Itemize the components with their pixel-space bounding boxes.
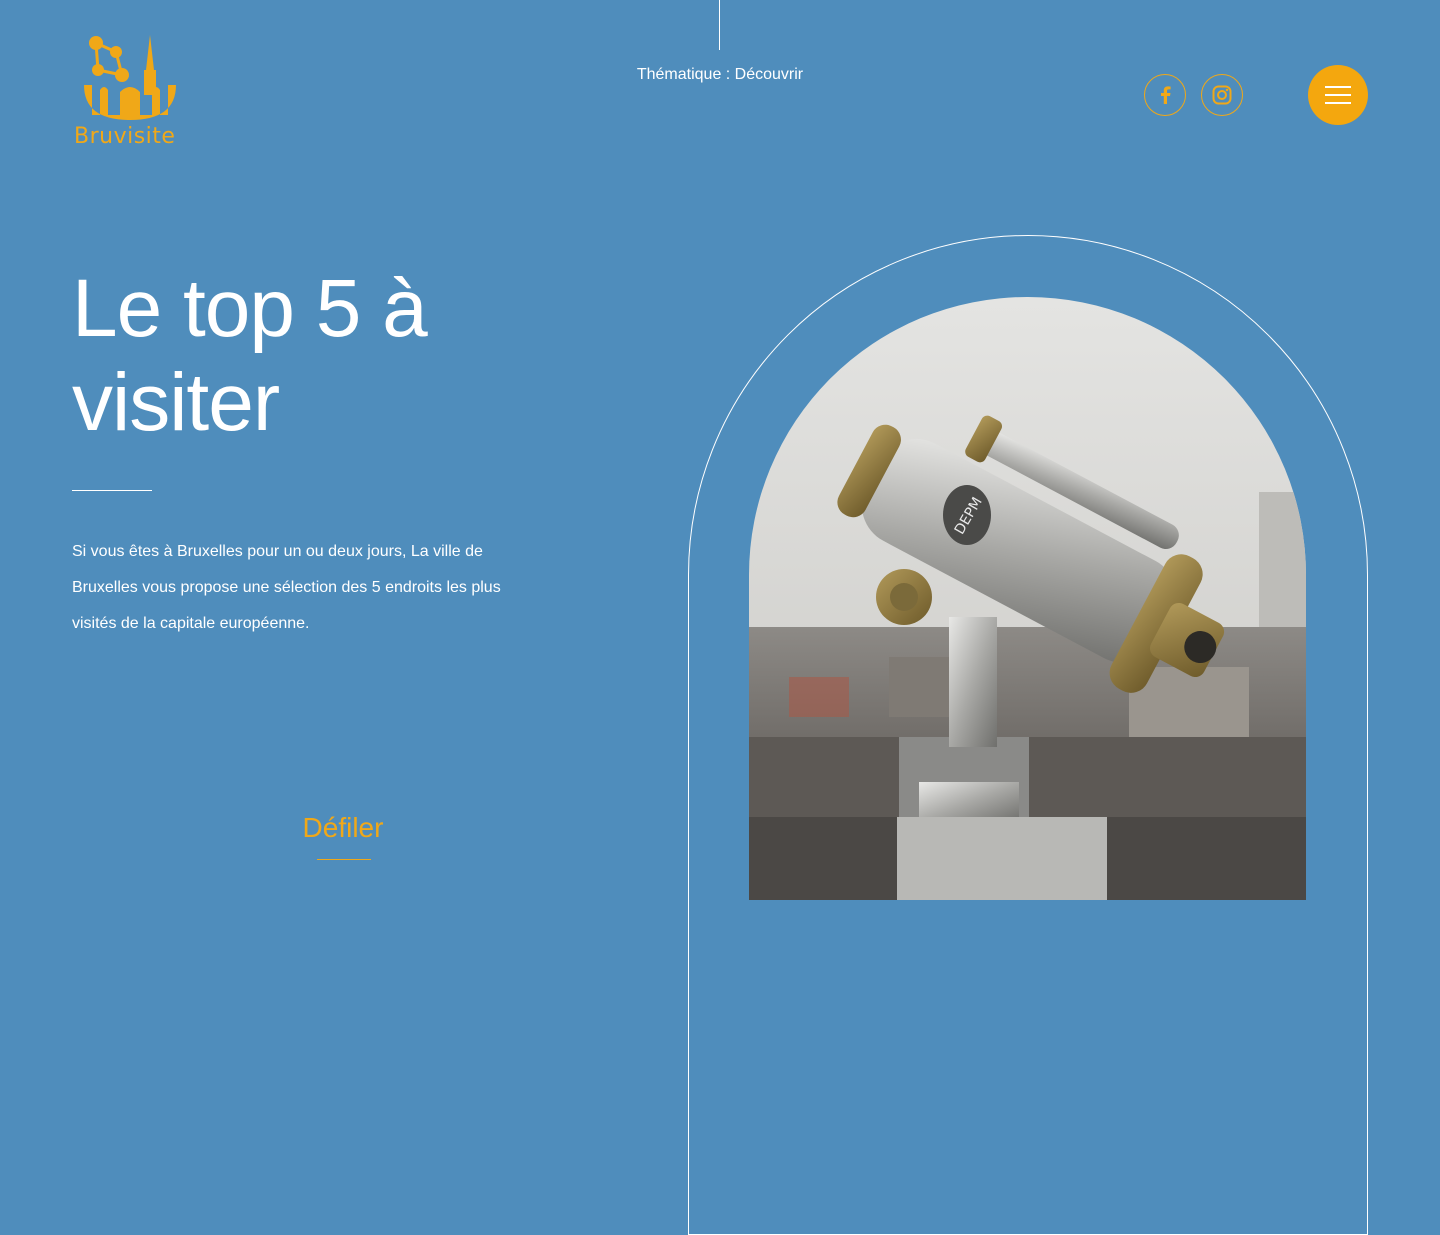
- facebook-button[interactable]: [1144, 74, 1186, 116]
- scroll-underline: [317, 859, 371, 860]
- coin-operated-telescope-photo: DEPM: [749, 297, 1306, 900]
- hamburger-menu-icon-line: [1325, 102, 1351, 104]
- hero-intro: Si vous êtes à Bruxelles pour un ou deux…: [72, 543, 501, 632]
- title-divider: [72, 490, 152, 491]
- hamburger-menu-icon-line: [1325, 94, 1351, 96]
- instagram-icon: [1212, 85, 1232, 105]
- menu-button[interactable]: [1308, 65, 1368, 125]
- atomium-cathedral-logo-icon: [84, 35, 176, 120]
- scroll-link[interactable]: Défiler: [290, 812, 396, 844]
- top-divider-line: [719, 0, 720, 50]
- instagram-button[interactable]: [1201, 74, 1243, 116]
- brand-logo[interactable]: Bruvisite: [70, 30, 190, 155]
- facebook-icon: [1161, 86, 1171, 104]
- brand-name: Bruvisite: [74, 124, 176, 149]
- hero-title: Le top 5 à visiter: [72, 263, 428, 448]
- theme-label: Thématique : Découvrir: [636, 66, 804, 83]
- hamburger-menu-icon: [1325, 86, 1351, 88]
